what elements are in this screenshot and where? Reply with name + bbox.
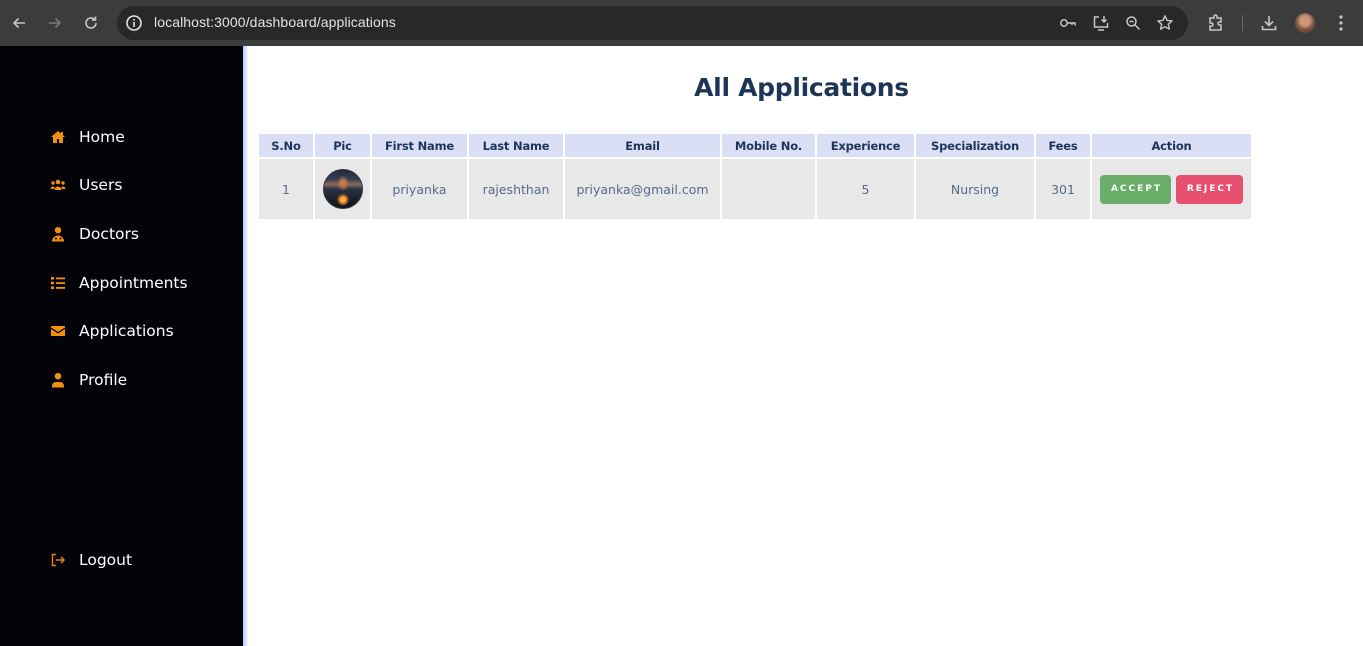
install-app-icon[interactable] — [1092, 14, 1110, 32]
sidebar-item-applications[interactable]: Applications — [50, 319, 174, 343]
back-arrow-icon[interactable] — [9, 13, 29, 33]
user-icon — [50, 372, 66, 388]
column-header-email: Email — [563, 132, 722, 159]
applications-table: S.No Pic First Name Last Name Email Mobi… — [257, 132, 1253, 221]
cell-email: priyanka@gmail.com — [563, 157, 722, 221]
site-info-icon[interactable] — [125, 14, 143, 32]
sidebar-item-doctors[interactable]: Doctors — [50, 222, 139, 246]
cell-mobile — [720, 157, 817, 221]
sidebar-item-label: Users — [79, 176, 123, 194]
reload-icon[interactable] — [81, 13, 101, 33]
accept-button[interactable]: ACCEPT — [1100, 174, 1171, 204]
home-icon — [50, 129, 66, 145]
column-header-sno: S.No — [257, 132, 315, 159]
menu-kebab-icon[interactable] — [1331, 13, 1351, 33]
cell-pic — [313, 157, 372, 221]
column-header-experience: Experience — [815, 132, 916, 159]
envelope-icon — [50, 323, 66, 339]
cell-last-name: rajeshthan — [467, 157, 565, 221]
sidebar-item-label: Appointments — [79, 274, 188, 292]
password-key-icon[interactable] — [1059, 14, 1077, 32]
column-header-last-name: Last Name — [467, 132, 565, 159]
extensions-icon[interactable] — [1206, 13, 1226, 33]
sidebar-item-profile[interactable]: Profile — [50, 368, 127, 392]
column-header-fees: Fees — [1034, 132, 1092, 159]
browser-toolbar: localhost:3000/dashboard/applications — [0, 0, 1363, 46]
column-header-specialization: Specialization — [914, 132, 1036, 159]
cell-experience: 5 — [815, 157, 916, 221]
sidebar-item-label: Doctors — [79, 225, 139, 243]
forward-arrow-icon[interactable] — [45, 13, 65, 33]
list-icon — [50, 275, 66, 291]
column-header-mobile: Mobile No. — [720, 132, 817, 159]
address-bar[interactable]: localhost:3000/dashboard/applications — [117, 6, 1188, 40]
table-header-row: S.No Pic First Name Last Name Email Mobi… — [257, 132, 1253, 159]
logout-label: Logout — [79, 551, 133, 569]
logout-icon — [50, 552, 66, 568]
cell-sno: 1 — [257, 157, 315, 221]
profile-picture — [322, 169, 363, 209]
sidebar-item-users[interactable]: Users — [50, 173, 122, 197]
sidebar: Home Users Doctors Appointments Applicat… — [0, 46, 243, 646]
cell-fees: 301 — [1034, 157, 1092, 221]
sidebar-item-label: Applications — [79, 322, 174, 340]
sidebar-item-label: Home — [79, 128, 125, 146]
column-header-first-name: First Name — [370, 132, 469, 159]
bookmark-star-icon[interactable] — [1156, 14, 1174, 32]
page-title: All Applications — [694, 73, 909, 102]
reject-button[interactable]: REJECT — [1176, 174, 1243, 204]
cell-first-name: priyanka — [370, 157, 469, 221]
cell-action: ACCEPT REJECT — [1090, 157, 1253, 221]
sidebar-item-home[interactable]: Home — [50, 125, 125, 149]
column-header-action: Action — [1090, 132, 1253, 159]
profile-avatar[interactable] — [1295, 13, 1315, 33]
doctor-icon — [50, 226, 66, 242]
table-row: 1 priyanka rajeshthan priyanka@gmail.com… — [257, 157, 1253, 221]
download-icon[interactable] — [1259, 13, 1279, 33]
sidebar-border — [243, 46, 249, 646]
users-icon — [50, 177, 66, 193]
sidebar-item-label: Profile — [79, 371, 128, 389]
toolbar-separator — [1242, 15, 1243, 31]
url-text[interactable]: localhost:3000/dashboard/applications — [154, 14, 396, 30]
zoom-icon[interactable] — [1124, 14, 1142, 32]
sidebar-item-appointments[interactable]: Appointments — [50, 271, 188, 295]
cell-specialization: Nursing — [914, 157, 1036, 221]
column-header-pic: Pic — [313, 132, 372, 159]
logout-button[interactable]: Logout — [50, 548, 132, 572]
